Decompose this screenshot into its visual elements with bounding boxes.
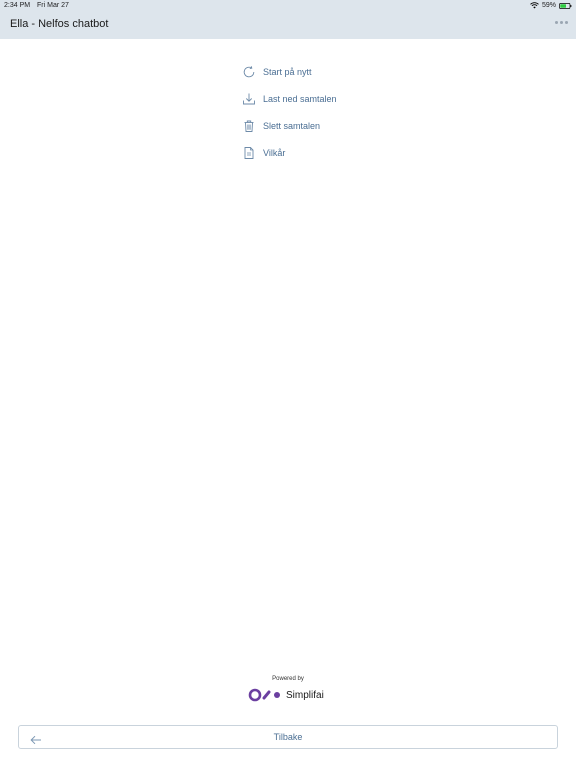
menu-item-label: Start på nytt (263, 66, 312, 77)
wifi-icon (530, 2, 539, 9)
back-button[interactable]: Tilbake (18, 725, 558, 749)
brand-name: Simplifai (286, 689, 324, 701)
powered-by-label: Powered by (272, 676, 304, 682)
document-icon (242, 146, 256, 160)
simplifai-logo-icon (248, 688, 282, 702)
menu-item-label: Vilkår (263, 147, 286, 158)
status-time: 2:34 PM (4, 2, 31, 9)
page-title: Ella - Nelfos chatbot (10, 18, 109, 30)
brand-logo-link[interactable]: Simplifai (248, 688, 324, 702)
options-menu: Start på nytt Last ned samtalen Slett sa… (242, 58, 337, 166)
status-date: Fri Mar 27 (37, 2, 69, 9)
menu-item-terms[interactable]: Vilkår (242, 139, 337, 166)
battery-icon (559, 2, 572, 9)
battery-percent: 59% (541, 2, 556, 9)
back-button-label: Tilbake (273, 732, 303, 742)
download-icon (242, 92, 256, 106)
menu-item-label: Last ned samtalen (263, 93, 337, 104)
menu-item-delete[interactable]: Slett samtalen (242, 112, 337, 139)
menu-item-download[interactable]: Last ned samtalen (242, 85, 337, 112)
status-bar: 2:34 PM Fri Mar 27 59% (0, 0, 576, 11)
status-right: 59% (530, 0, 572, 11)
app-header: Ella - Nelfos chatbot (0, 11, 576, 39)
menu-item-restart[interactable]: Start på nytt (242, 58, 337, 85)
trash-icon (242, 119, 256, 133)
menu-item-label: Slett samtalen (263, 120, 321, 131)
refresh-icon (242, 65, 256, 79)
more-options-icon[interactable] (555, 21, 568, 24)
